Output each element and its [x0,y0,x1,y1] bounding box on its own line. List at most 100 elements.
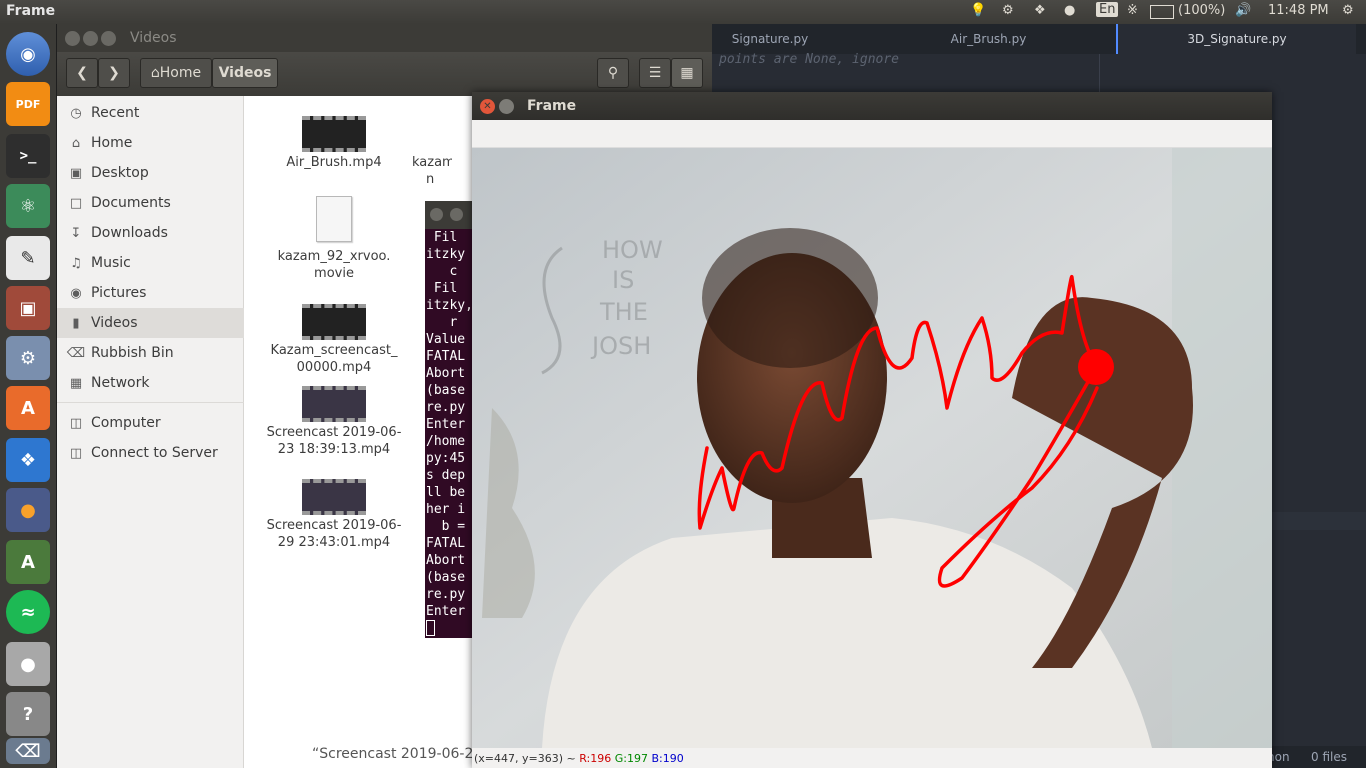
file-name: Screencast 2019-06- [266,518,402,533]
volume-icon[interactable]: 🔊 [1235,3,1251,18]
sidebar-label: Pictures [91,285,147,301]
search-icon: ⚲ [607,65,619,81]
terminal-icon[interactable]: >_ [6,134,50,178]
sidebar-item-recent[interactable]: ◷ Recent [57,98,244,128]
wall-edge [1172,148,1272,748]
sidebar-item-network[interactable]: ▦ Network [57,368,244,398]
music-icon: ♫ [70,255,82,271]
tab-signature[interactable]: Signature.py [711,24,829,54]
disk-icon[interactable]: ● [6,642,50,686]
file-name: kazam_92_xrvoo. [277,249,391,264]
sidebar-item-documents[interactable]: □ Documents [57,188,244,218]
android-studio-icon[interactable]: A [6,540,50,584]
minimize-icon[interactable] [499,99,514,114]
back-button[interactable]: ❮ [66,58,98,88]
hair [702,228,878,368]
trash-icon[interactable]: ⌫ [6,738,50,764]
sidebar-item-downloads[interactable]: ↧ Downloads [57,218,244,248]
close-icon[interactable]: ✕ [480,99,495,114]
breadcrumb-home-label: Home [159,65,202,81]
sidebar-label: Home [91,135,133,151]
help-icon[interactable]: ? [6,692,50,736]
wall-text: JOSH [590,332,651,360]
sidebar-label: Computer [91,415,161,431]
bulb-icon[interactable]: 💡 [970,3,986,18]
chevron-left-icon: ❮ [76,65,88,81]
tab-air-brush[interactable]: Air_Brush.py [911,24,1066,54]
tab-3d-signature[interactable]: 3D_Signature.py [1116,24,1356,54]
sidebar-item-home[interactable]: ⌂ Home [57,128,244,158]
terminal-titlebar [425,201,475,229]
sidebar-label: Network [91,375,150,391]
pdf-icon[interactable]: PDF [6,82,50,126]
maximize-icon[interactable] [101,31,116,46]
sidebar-label: Connect to Server [91,445,218,461]
minimize-icon[interactable] [450,208,463,221]
top-panel: Frame 💡 ⚙ ❖ ● En ※ (100%) 🔊 11:48 PM ⚙ [0,0,1366,24]
sidebar-label: Rubbish Bin [91,345,174,361]
breadcrumb-home[interactable]: ⌂ Home [140,58,212,88]
editor-tabs: Signature.py Air_Brush.py 3D_Signature.p… [711,24,1366,54]
pixel-red: R:196 [579,752,612,765]
file-item[interactable]: kazam n [412,154,452,188]
file-item[interactable]: Screencast 2019-06- 29 23:43:01.mp4 [264,479,404,551]
list-view-button[interactable]: ☰ [639,58,671,88]
files-toolbar: ❮ ❯ ⌂ Home Videos ⚲ ☰ ▦ [57,52,712,96]
close-icon[interactable] [65,31,80,46]
search-button[interactable]: ⚲ [597,58,629,88]
sidebar-item-computer[interactable]: ◫ Computer [57,408,244,438]
sidebar-label: Desktop [91,165,149,181]
file-item[interactable]: Kazam_screencast_ 00000.mp4 [264,304,404,376]
sidebar-item-videos[interactable]: ▮ Videos [57,308,244,338]
bluetooth-icon[interactable]: ※ [1127,3,1138,18]
video-thumbnail [302,304,366,340]
file-item[interactable]: Screencast 2019-06- 23 18:39:13.mp4 [264,386,404,458]
sidebar-label: Videos [91,315,138,331]
wall-text: THE [599,298,648,326]
home-icon: ⌂ [71,135,81,151]
wifi-icon[interactable]: ● [1064,3,1075,18]
terminal-window[interactable]: Fil itzky c Fil itzky, r Value FATAL Abo… [425,201,475,638]
atom-icon[interactable]: ⚛ [6,184,50,228]
dropbox-indicator-icon[interactable]: ❖ [1034,3,1046,18]
sidebar-label: Downloads [91,225,168,241]
file-name-line2: 00000.mp4 [296,360,372,375]
sync-icon[interactable]: ⚙ [1002,3,1014,18]
wall-text: IS [612,266,634,294]
status-files[interactable]: 0 files [1311,750,1347,764]
file-item[interactable]: Air_Brush.mp4 [264,116,404,171]
file-item[interactable]: kazam_92_xrvoo. movie [264,196,404,282]
document-icon: □ [69,195,83,211]
sidebar-label: Recent [91,105,140,121]
battery-percent[interactable]: (100%) [1178,3,1225,18]
dropbox-icon[interactable]: ❖ [6,438,50,482]
forward-button[interactable]: ❯ [98,58,130,88]
sidebar-item-connect-to-server[interactable]: ◫ Connect to Server [57,438,244,468]
sidebar-item-pictures[interactable]: ◉ Pictures [57,278,244,308]
sidebar-item-desktop[interactable]: ▣ Desktop [57,158,244,188]
computer-icon: ◫ [69,415,83,431]
text-editor-icon[interactable]: ✎ [6,236,50,280]
battery-icon[interactable] [1150,5,1174,19]
session-gear-icon[interactable]: ⚙ [1342,3,1354,18]
firefox-icon[interactable]: ● [6,488,50,532]
software-center-icon[interactable]: A [6,386,50,430]
minimize-icon[interactable] [83,31,98,46]
sidebar-label: Music [91,255,131,271]
video-thumbnail [302,479,366,515]
home-icon: ⌂ [150,65,160,81]
sidebar-item-music[interactable]: ♫ Music [57,248,244,278]
keyboard-lang-indicator[interactable]: En [1096,2,1119,17]
close-icon[interactable] [430,208,443,221]
ubuntu-icon[interactable]: ◉ [6,32,50,76]
settings-icon[interactable]: ⚙ [6,336,50,380]
sidebar-item-rubbish-bin[interactable]: ⌫ Rubbish Bin [57,338,244,368]
camera-feed[interactable]: HOW IS THE JOSH [472,148,1272,748]
clock[interactable]: 11:48 PM [1268,3,1329,18]
spotify-icon[interactable]: ≈ [6,590,50,634]
files-window-title: Videos [130,30,177,46]
grid-view-button[interactable]: ▦ [671,58,703,88]
files-icon[interactable]: ▣ [6,286,50,330]
file-name-line2: n [426,172,435,187]
breadcrumb-videos[interactable]: Videos [212,58,278,88]
